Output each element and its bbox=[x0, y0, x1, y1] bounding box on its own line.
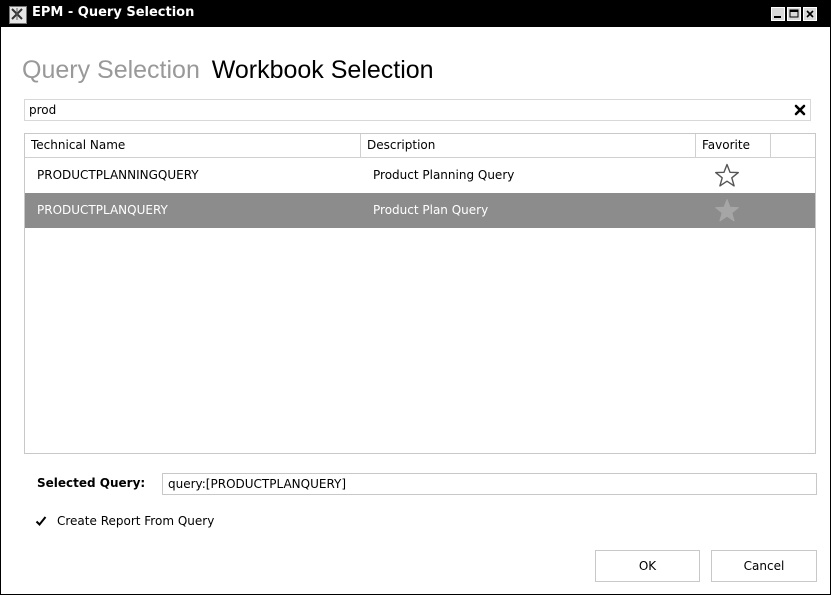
selected-query-label: Selected Query: bbox=[37, 476, 146, 490]
tab-workbook-selection[interactable]: Workbook Selection bbox=[212, 54, 434, 86]
selection-tabs: Query Selection Workbook Selection bbox=[22, 54, 442, 86]
create-report-label: Create Report From Query bbox=[57, 514, 215, 528]
column-header-extra bbox=[771, 134, 815, 157]
title-bar[interactable]: EPM - Query Selection bbox=[1, 1, 830, 27]
table-row-selected[interactable]: PRODUCTPLANQUERY Product Plan Query bbox=[25, 193, 815, 228]
close-window-button[interactable] bbox=[803, 7, 817, 21]
window-title: EPM - Query Selection bbox=[32, 5, 195, 20]
epm-app-icon bbox=[9, 6, 27, 24]
cancel-button[interactable]: Cancel bbox=[711, 550, 817, 582]
column-header-description[interactable]: Description bbox=[361, 134, 696, 157]
selected-query-field[interactable]: query:[PRODUCTPLANQUERY] bbox=[162, 473, 817, 495]
query-selection-dialog: EPM - Query Selection Query Selection Wo… bbox=[0, 0, 831, 595]
column-header-favorite[interactable]: Favorite bbox=[696, 134, 771, 157]
column-header-technical-name[interactable]: Technical Name bbox=[25, 134, 361, 157]
maximize-button[interactable] bbox=[787, 7, 801, 21]
table-row[interactable]: PRODUCTPLANNINGQUERY Product Planning Qu… bbox=[25, 158, 815, 193]
query-results-grid: Technical Name Description Favorite PROD… bbox=[24, 133, 816, 454]
description-cell: Product Planning Query bbox=[373, 168, 515, 182]
description-cell: Product Plan Query bbox=[373, 203, 489, 217]
grid-header: Technical Name Description Favorite bbox=[25, 134, 815, 158]
favorite-star-icon[interactable] bbox=[714, 163, 740, 188]
favorite-star-icon[interactable] bbox=[714, 198, 740, 223]
technical-name-cell: PRODUCTPLANNINGQUERY bbox=[37, 168, 199, 182]
tab-query-selection[interactable]: Query Selection bbox=[22, 54, 200, 86]
create-report-checkbox[interactable] bbox=[34, 514, 48, 528]
ok-button[interactable]: OK bbox=[595, 550, 700, 582]
search-input[interactable] bbox=[29, 101, 779, 119]
search-box bbox=[24, 99, 811, 121]
technical-name-cell: PRODUCTPLANQUERY bbox=[37, 203, 168, 217]
minimize-button[interactable] bbox=[771, 7, 785, 21]
clear-search-icon[interactable] bbox=[793, 103, 807, 117]
